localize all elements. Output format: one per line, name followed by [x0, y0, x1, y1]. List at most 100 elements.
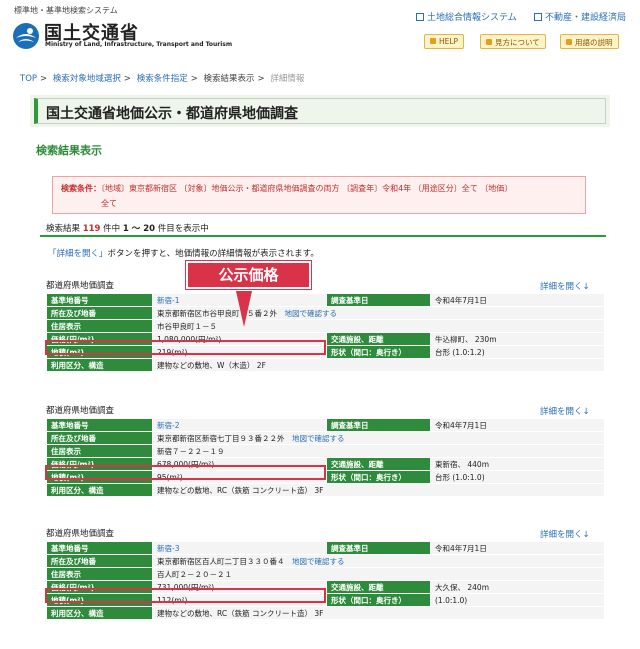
result-count: 検索結果 119 件中 1 ～ 20 件目を表示中 — [46, 224, 209, 234]
shape-value: 台形 (1.0:1.0) — [430, 470, 605, 484]
open-detail-button[interactable]: 詳細を開く↓ — [540, 405, 590, 417]
shape-label: 形状（間口：奥行き） — [326, 345, 431, 359]
map-link[interactable]: 地図で確認する — [285, 309, 338, 318]
survey-date-value: 令和4年7月1日 — [430, 418, 605, 432]
table-row: 地積(m²) 112(m²) 形状（間口：奥行き） (1.0:1.0) — [46, 593, 605, 607]
open-detail-button[interactable]: 詳細を開く↓ — [540, 528, 590, 540]
price-label: 価格(円/m²) — [46, 332, 153, 346]
use-value: 建物などの敷地、RC（鉄筋 コンクリート造） 3F — [152, 606, 605, 620]
ministry-logo-icon — [13, 23, 39, 49]
table-row: 価格(円/m²) 678,000(円/m²) 交通施設、距離 東新宿、 440m — [46, 457, 605, 471]
conditions-label: 検索条件： — [61, 184, 101, 193]
use-label: 利用区分、構造 — [46, 358, 153, 372]
record-category: 都道府県地価調査 — [46, 406, 115, 416]
use-label: 利用区分、構造 — [46, 483, 153, 497]
callout-pointer — [236, 291, 252, 327]
table-row: 利用区分、構造 建物などの敷地、RC（鉄筋 コンクリート造） 3F — [46, 606, 605, 620]
header: 標準地・基準地検索システム 国土交通省 Ministry of Land, In… — [0, 0, 640, 60]
address-label: 所在及び地番 — [46, 306, 153, 320]
divider — [40, 235, 606, 237]
table-row: 住居表示 新宿７－２２－１９ — [46, 444, 605, 458]
conditions-line2: 全て — [101, 199, 117, 208]
survey-date-value: 令和4年7月1日 — [430, 541, 605, 555]
page-title: 国土交通省地価公示・都道府県地価調査 — [34, 98, 606, 124]
address-value: 東京都新宿区百人町二丁目３３０番４ — [157, 556, 285, 566]
address-value: 東京都新宿区市谷甲良町２５番２外 — [157, 308, 277, 318]
glossary-button[interactable]: 用語の説明 — [560, 34, 619, 49]
breadcrumb-current: 詳細情報 — [270, 74, 305, 84]
external-link-icon — [416, 13, 424, 21]
map-link[interactable]: 地図で確認する — [292, 434, 345, 443]
use-value: 建物などの敷地、W（木造） 2F — [152, 358, 605, 372]
area-value: 219(m²) — [152, 345, 327, 359]
open-detail-button[interactable]: 詳細を開く↓ — [540, 280, 590, 292]
transport-label: 交通施設、距離 — [326, 580, 431, 594]
address-label: 所在及び地番 — [46, 554, 153, 568]
table-row: 基準地番号 新宿-2 調査基準日 令和4年7月1日 — [46, 418, 605, 432]
price-label: 価格(円/m²) — [46, 457, 153, 471]
hint-text: 「詳細を開く」ボタンを押すと、地価情報の詳細情報が表示されます。 — [48, 249, 319, 259]
table-row: 住居表示 市谷甲良町１－５ — [46, 319, 605, 333]
table-row: 価格(円/m²) 1,080,000(円/m²) 交通施設、距離 牛込柳町、 2… — [46, 332, 605, 346]
area-label: 地積(m²) — [46, 593, 153, 607]
table-row: 価格(円/m²) 731,000(円/m²) 交通施設、距離 大久保、 240m — [46, 580, 605, 594]
std-no-label: 基準地番号 — [46, 418, 153, 432]
price-value: 731,000(円/m²) — [152, 580, 327, 594]
std-no-link[interactable]: 新宿-1 — [157, 296, 179, 305]
help-button[interactable]: HELP — [424, 34, 465, 49]
survey-date-label: 調査基準日 — [326, 293, 431, 307]
real-estate-bureau-link[interactable]: 不動産・建設経済局 — [534, 10, 626, 23]
record-table: 基準地番号 新宿-3 調査基準日 令和4年7月1日 所在及び地番 東京都新宿区百… — [46, 541, 605, 620]
survey-date-label: 調査基準日 — [326, 418, 431, 432]
transport-value: 東新宿、 440m — [430, 457, 605, 471]
residence-label: 住居表示 — [46, 319, 153, 333]
ministry-en-name: Ministry of Land, Infrastructure, Transp… — [45, 41, 233, 48]
table-row: 地積(m²) 219(m²) 形状（間口：奥行き） 台形 (1.0:1.2) — [46, 345, 605, 359]
shape-value: 台形 (1.0:1.2) — [430, 345, 605, 359]
residence-value: 市谷甲良町１－５ — [152, 319, 605, 333]
shape-label: 形状（間口：奥行き） — [326, 470, 431, 484]
residence-label: 住居表示 — [46, 567, 153, 581]
price-value: 678,000(円/m²) — [152, 457, 327, 471]
std-no-link[interactable]: 新宿-3 — [157, 544, 179, 553]
breadcrumb-region-select[interactable]: 検索対象地域選択 — [53, 74, 121, 84]
table-row: 基準地番号 新宿-3 調査基準日 令和4年7月1日 — [46, 541, 605, 555]
shape-label: 形状（間口：奥行き） — [326, 593, 431, 607]
table-row: 基準地番号 新宿-1 調査基準日 令和4年7月1日 — [46, 293, 605, 307]
price-label: 価格(円/m²) — [46, 580, 153, 594]
use-value: 建物などの敷地、RC（鉄筋 コンクリート造） 3F — [152, 483, 605, 497]
section-title: 検索結果表示 — [36, 144, 102, 157]
area-label: 地積(m²) — [46, 470, 153, 484]
table-row: 住居表示 百人町２－２０－２１ — [46, 567, 605, 581]
table-row: 所在及び地番 東京都新宿区百人町二丁目３３０番４ 地図で確認する — [46, 554, 605, 568]
shape-value: (1.0:1.0) — [430, 593, 605, 607]
survey-date-value: 令和4年7月1日 — [430, 293, 605, 307]
breadcrumb-condition[interactable]: 検索条件指定 — [137, 74, 188, 84]
address-value: 東京都新宿区新宿七丁目９３番２２外 — [157, 433, 285, 443]
area-value: 112(m²) — [152, 593, 327, 607]
table-row: 地積(m²) 95(m²) 形状（間口：奥行き） 台形 (1.0:1.0) — [46, 470, 605, 484]
area-label: 地積(m²) — [46, 345, 153, 359]
map-link[interactable]: 地図で確認する — [292, 557, 345, 566]
info-icon — [486, 39, 492, 45]
record-category: 都道府県地価調査 — [46, 529, 115, 539]
std-no-label: 基準地番号 — [46, 541, 153, 555]
table-row: 利用区分、構造 建物などの敷地、W（木造） 2F — [46, 358, 605, 372]
residence-label: 住居表示 — [46, 444, 153, 458]
record-table: 基準地番号 新宿-2 調査基準日 令和4年7月1日 所在及び地番 東京都新宿区新… — [46, 418, 605, 497]
how-to-view-button[interactable]: 見方について — [480, 34, 546, 49]
table-row: 利用区分、構造 建物などの敷地、RC（鉄筋 コンクリート造） 3F — [46, 483, 605, 497]
transport-value: 大久保、 240m — [430, 580, 605, 594]
area-value: 95(m²) — [152, 470, 327, 484]
hint-detail-link: 「詳細を開く」 — [48, 249, 108, 259]
address-label: 所在及び地番 — [46, 431, 153, 445]
land-info-system-link[interactable]: 土地総合情報システム — [416, 10, 517, 23]
breadcrumb-results: 検索結果表示 — [203, 74, 255, 84]
price-value: 1,080,000(円/m²) — [152, 332, 327, 346]
transport-value: 牛込柳町、 230m — [430, 332, 605, 346]
record-category: 都道府県地価調査 — [46, 281, 115, 291]
transport-label: 交通施設、距離 — [326, 457, 431, 471]
std-no-link[interactable]: 新宿-2 — [157, 421, 179, 430]
breadcrumb-top[interactable]: TOP — [20, 74, 37, 84]
transport-label: 交通施設、距離 — [326, 332, 431, 346]
